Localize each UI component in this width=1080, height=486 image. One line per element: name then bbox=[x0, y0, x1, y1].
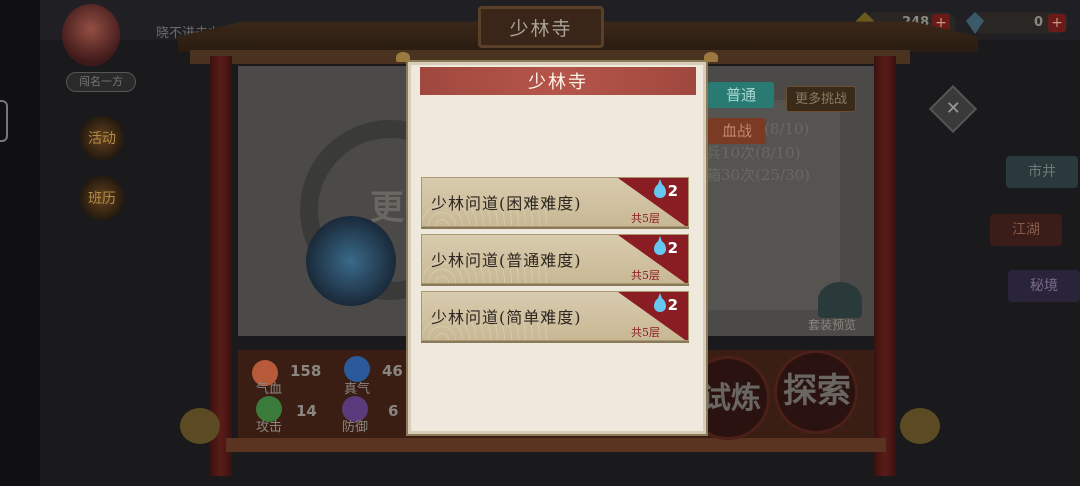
rank-label: 闯名一方 bbox=[66, 72, 136, 92]
calendar-icon[interactable]: 班历 bbox=[80, 176, 124, 220]
left-lantern-icon bbox=[180, 408, 220, 444]
water-drop-icon bbox=[654, 184, 666, 198]
tab-blood-battle[interactable]: 血战 bbox=[708, 118, 766, 144]
defense-value: 6 bbox=[388, 402, 399, 420]
dialog-title: 少林寺 bbox=[528, 72, 588, 93]
attack-value: 14 bbox=[296, 402, 317, 420]
close-icon[interactable]: ✕ bbox=[928, 84, 978, 134]
calendar-icon-label: 班历 bbox=[88, 191, 116, 207]
right-lantern-icon bbox=[900, 408, 940, 444]
floor-count: 共5层 bbox=[631, 326, 660, 339]
stamina-cost: 2 bbox=[667, 296, 678, 314]
explore-button[interactable]: 探索 bbox=[774, 350, 858, 434]
water-drop-icon bbox=[654, 241, 666, 255]
stage-easy[interactable]: 少林问道(简单难度) 2 共5层 bbox=[421, 291, 689, 341]
jianghu-button[interactable]: 江湖 bbox=[990, 214, 1062, 246]
edge-handle[interactable] bbox=[0, 100, 8, 142]
attack-label: 攻击 bbox=[256, 420, 283, 435]
hp-label: 气血 bbox=[256, 382, 283, 397]
progress-line-3: 箱30次(25/30) bbox=[706, 166, 811, 184]
tab-normal[interactable]: 普通 bbox=[708, 82, 774, 108]
secret-realm-button[interactable]: 秘境 bbox=[1008, 270, 1080, 302]
defense-label: 防御 bbox=[342, 420, 369, 435]
bottom-beam bbox=[226, 438, 886, 452]
progress-line-1: (8/10) bbox=[764, 120, 810, 138]
market-button[interactable]: 市井 bbox=[1006, 156, 1078, 188]
train-label: 试炼 bbox=[701, 381, 761, 416]
more-challenge-button[interactable]: 更多挑战 bbox=[786, 86, 856, 112]
stamina-cost: 2 bbox=[667, 182, 678, 200]
add-gem-button[interactable]: + bbox=[1048, 14, 1066, 32]
qi-value: 46 bbox=[382, 362, 403, 380]
stage-normal[interactable]: 少林问道(普通难度) 2 共5层 bbox=[421, 234, 689, 284]
dialog-corner-ornament bbox=[396, 52, 410, 62]
right-pillar bbox=[874, 56, 896, 476]
boss-portrait[interactable] bbox=[306, 216, 396, 306]
explore-label: 探索 bbox=[783, 371, 851, 411]
suit-preview-label: 套装预览 bbox=[808, 318, 857, 332]
floor-count: 共5层 bbox=[631, 269, 660, 282]
stage-name: 少林问道(普通难度) bbox=[431, 251, 582, 270]
more-label: 更 bbox=[370, 188, 404, 228]
water-drop-icon bbox=[654, 298, 666, 312]
stage-name: 少林问道(简单难度) bbox=[431, 308, 582, 327]
stage-name: 少林问道(困难难度) bbox=[431, 194, 582, 213]
left-side-strip bbox=[0, 0, 40, 486]
gem-amount: 0 bbox=[1034, 15, 1044, 30]
stage-hard[interactable]: 少林问道(困难难度) 2 共5层 bbox=[421, 177, 689, 227]
suit-preview-icon[interactable] bbox=[818, 282, 862, 318]
dialog-corner-ornament bbox=[704, 52, 718, 62]
hp-value: 158 bbox=[290, 362, 322, 380]
activity-icon[interactable]: 活动 bbox=[80, 116, 124, 160]
shrine-title: 少林寺 bbox=[509, 18, 573, 40]
qi-label: 真气 bbox=[344, 382, 371, 397]
activity-icon-label: 活动 bbox=[88, 131, 116, 147]
player-avatar[interactable] bbox=[62, 4, 120, 66]
progress-line-2: 兵10次(8/10) bbox=[706, 144, 801, 162]
floor-count: 共5层 bbox=[631, 212, 660, 225]
stamina-cost: 2 bbox=[667, 239, 678, 257]
close-glyph: ✕ bbox=[945, 98, 961, 120]
